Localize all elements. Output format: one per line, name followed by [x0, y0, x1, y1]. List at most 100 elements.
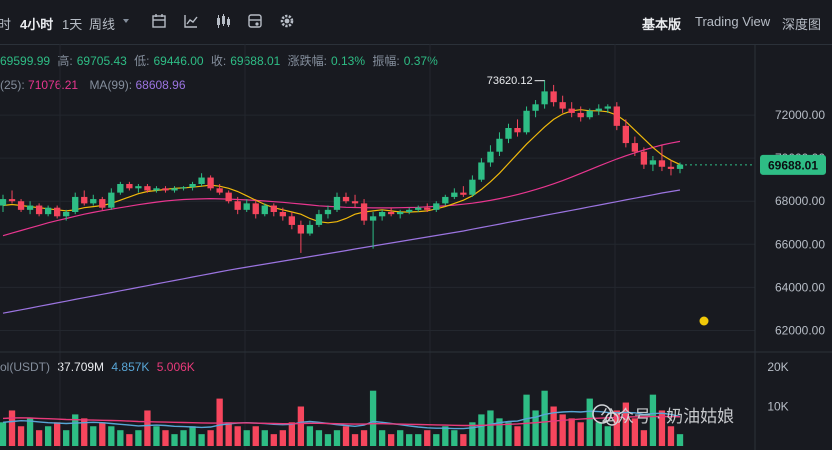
- y-tick-label: 64000.00: [775, 280, 825, 294]
- interval-1d[interactable]: 1天: [62, 14, 82, 33]
- candle-body: [288, 216, 296, 225]
- last-price-label: 69688.01: [768, 158, 818, 172]
- candle: [333, 192, 341, 212]
- line-type-menu[interactable]: 周线: [89, 14, 115, 33]
- volume-bar: [378, 430, 386, 446]
- candle: [35, 203, 43, 217]
- interval-4h[interactable]: 4小时: [20, 14, 53, 33]
- y-tick-label: 68000.00: [775, 194, 825, 208]
- volume-bar: [135, 430, 142, 446]
- candle-body: [487, 151, 494, 163]
- candle-body: [315, 214, 323, 225]
- candle-body: [631, 143, 639, 152]
- volume-bar: [279, 430, 286, 446]
- volume-bar: [252, 426, 259, 446]
- candle-body: [478, 162, 485, 180]
- candle-body: [559, 102, 566, 109]
- candlestick-series: [0, 80, 684, 253]
- candle: [252, 199, 259, 219]
- candle-body: [99, 199, 106, 208]
- candle-body: [649, 160, 657, 165]
- view-tradingview[interactable]: Trading View: [695, 14, 770, 29]
- volume-bar: [577, 422, 584, 446]
- candle: [81, 190, 88, 206]
- calendar-icon[interactable]: [150, 12, 168, 30]
- candle-body: [460, 192, 467, 195]
- volume-bar: [387, 434, 395, 446]
- candle-body: [532, 104, 539, 111]
- volume-bar: [460, 434, 467, 446]
- candle: [559, 95, 566, 113]
- candle: [162, 186, 169, 193]
- moving-average-lines: [2, 109, 681, 314]
- volume-bar: [90, 426, 97, 446]
- candle-body: [243, 203, 250, 210]
- candle-body: [8, 199, 16, 202]
- candle: [442, 194, 449, 206]
- volume-bar: [216, 398, 223, 446]
- volume-bar: [442, 426, 449, 446]
- candle-body: [406, 209, 413, 212]
- interval-partial[interactable]: 时: [0, 14, 11, 33]
- layout-icon[interactable]: [246, 12, 264, 30]
- volume-bar: [243, 430, 250, 446]
- candle-body: [387, 212, 395, 215]
- volume-bar: [17, 426, 25, 446]
- candle-body: [451, 192, 458, 197]
- candle: [378, 209, 386, 221]
- volume-bar: [433, 434, 440, 446]
- chevron-down-icon[interactable]: [121, 16, 131, 26]
- candle: [595, 104, 602, 116]
- volume-bar: [667, 426, 675, 446]
- gear-icon[interactable]: [278, 12, 296, 30]
- candle-body: [550, 91, 557, 103]
- candle: [117, 181, 124, 195]
- candle-body: [144, 186, 151, 191]
- candle-body: [153, 188, 160, 191]
- volume-bar: [505, 422, 512, 446]
- volume-bar: [153, 426, 160, 446]
- candle: [324, 205, 332, 219]
- candle-body: [369, 216, 377, 221]
- candle: [54, 205, 61, 219]
- price-chart[interactable]: 72000.0070000.0068000.0066000.0064000.00…: [0, 44, 832, 450]
- candle: [207, 175, 214, 191]
- volume-bar: [54, 422, 61, 446]
- volume-bar: [415, 434, 422, 446]
- view-depth[interactable]: 深度图: [782, 14, 821, 33]
- candle-body: [577, 112, 584, 118]
- candle: [406, 207, 413, 215]
- candle: [514, 119, 521, 137]
- candle-body: [415, 207, 422, 210]
- candle: [0, 194, 7, 212]
- candle: [198, 173, 205, 187]
- candle: [550, 84, 557, 107]
- volume-bar: [261, 430, 268, 446]
- candle: [577, 106, 584, 122]
- candle-body: [81, 196, 88, 204]
- candle: [108, 188, 115, 210]
- candle: [306, 220, 314, 236]
- candle: [451, 188, 458, 200]
- candle: [180, 186, 187, 191]
- candle-body: [72, 196, 79, 212]
- candle: [315, 209, 323, 228]
- candle-body: [604, 106, 611, 109]
- candle: [360, 199, 368, 225]
- view-basic[interactable]: 基本版: [642, 14, 681, 33]
- indicator-icon[interactable]: [182, 12, 200, 30]
- candle-body: [135, 186, 142, 189]
- candle-body: [640, 151, 648, 165]
- candle-body: [523, 110, 530, 133]
- candle-body: [568, 108, 575, 113]
- watermark-text: 公众号 · 奶油姑娘: [600, 407, 735, 426]
- candle: [270, 203, 277, 217]
- candle-style-icon[interactable]: [214, 12, 232, 30]
- ma99-line: [2, 189, 681, 314]
- volume-bar: [35, 430, 43, 446]
- volume-bar: [586, 398, 593, 446]
- candle-body: [252, 203, 259, 215]
- volume-bar: [63, 430, 70, 446]
- candle: [351, 194, 359, 208]
- volume-bar: [44, 426, 52, 446]
